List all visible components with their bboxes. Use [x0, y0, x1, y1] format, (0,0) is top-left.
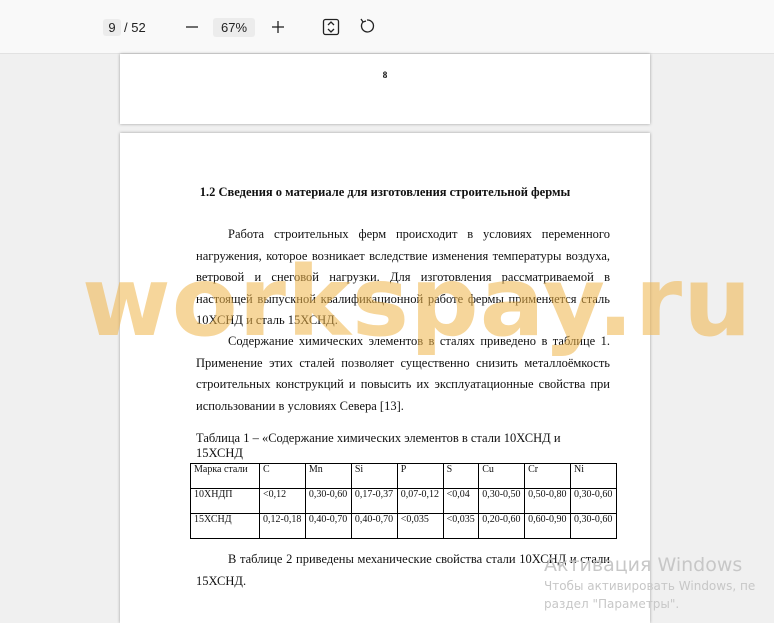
page-total-label: / 52 — [124, 20, 146, 35]
pdf-toolbar: 9 / 52 67% — [0, 0, 774, 54]
zoom-in-button[interactable] — [269, 18, 287, 36]
zoom-level-input[interactable]: 67% — [213, 18, 255, 37]
chemical-composition-table: Марка стали C Mn Si P S Cu Cr Ni 10ХНДП … — [190, 463, 617, 539]
rotate-button[interactable] — [358, 17, 376, 35]
table-header-row: Марка стали C Mn Si P S Cu Cr Ni — [190, 463, 617, 489]
page-number: 8 — [382, 70, 388, 80]
table-cell: 15ХСНД — [190, 513, 260, 539]
table-header-cell: Ni — [570, 463, 617, 489]
watermark-text: workspay.ru — [82, 246, 753, 358]
windows-activation-notice: Активация Windows Чтобы активировать Win… — [544, 553, 755, 613]
minus-icon — [186, 26, 198, 28]
table-header-cell: P — [396, 463, 444, 489]
activation-title: Активация Windows — [544, 554, 743, 576]
pdf-page-8: 8 — [120, 54, 650, 124]
table-cell: 0,40-0,70 — [350, 513, 398, 539]
plus-icon — [272, 21, 284, 33]
table-cell: 0,30-0,60 — [570, 513, 617, 539]
zoom-out-button[interactable] — [183, 18, 201, 36]
activation-line-2: раздел "Параметры". — [544, 597, 680, 611]
rotate-icon — [360, 18, 375, 33]
table-header-cell: C — [259, 463, 306, 489]
table-cell: 0,40-0,70 — [304, 513, 352, 539]
table-cell: <0,12 — [259, 488, 306, 514]
table-cell: 0,30-0,50 — [478, 488, 526, 514]
table-header-cell: Si — [350, 463, 398, 489]
table-cell: <0,04 — [442, 488, 480, 514]
table-cell: 0,50-0,80 — [524, 488, 572, 514]
section-heading: 1.2 Сведения о материале для изготовлени… — [199, 185, 571, 199]
table-cell: 10ХНДП — [190, 488, 260, 514]
table-caption: Таблица 1 – «Содержание химических элеме… — [196, 431, 561, 460]
table-cell: <0,035 — [396, 513, 444, 539]
fit-page-button[interactable] — [322, 18, 340, 36]
table-header-cell: Mn — [304, 463, 352, 489]
table-row: 15ХСНД 0,12-0,18 0,40-0,70 0,40-0,70 <0,… — [190, 513, 617, 539]
activation-line-1: Чтобы активировать Windows, пе — [544, 579, 756, 593]
page-number-input[interactable]: 9 — [103, 19, 121, 36]
table-row: 10ХНДП <0,12 0,30-0,60 0,17-0,37 0,07-0,… — [190, 488, 617, 514]
table-cell: 0,30-0,60 — [570, 488, 617, 514]
table-cell: 0,20-0,60 — [478, 513, 526, 539]
table-cell: <0,035 — [442, 513, 480, 539]
table-header-cell: Cu — [478, 463, 526, 489]
fit-page-icon — [322, 18, 340, 36]
table-cell: 0,17-0,37 — [350, 488, 398, 514]
pdf-page-9: 1.2 Сведения о материале для изготовлени… — [120, 133, 650, 623]
table-header-cell: Марка стали — [190, 463, 260, 489]
table-cell: 0,60-0,90 — [524, 513, 572, 539]
table-cell: 0,12-0,18 — [259, 513, 306, 539]
table-header-cell: Cr — [524, 463, 572, 489]
table-header-cell: S — [442, 463, 480, 489]
table-cell: 0,30-0,60 — [304, 488, 352, 514]
table-cell: 0,07-0,12 — [396, 488, 444, 514]
